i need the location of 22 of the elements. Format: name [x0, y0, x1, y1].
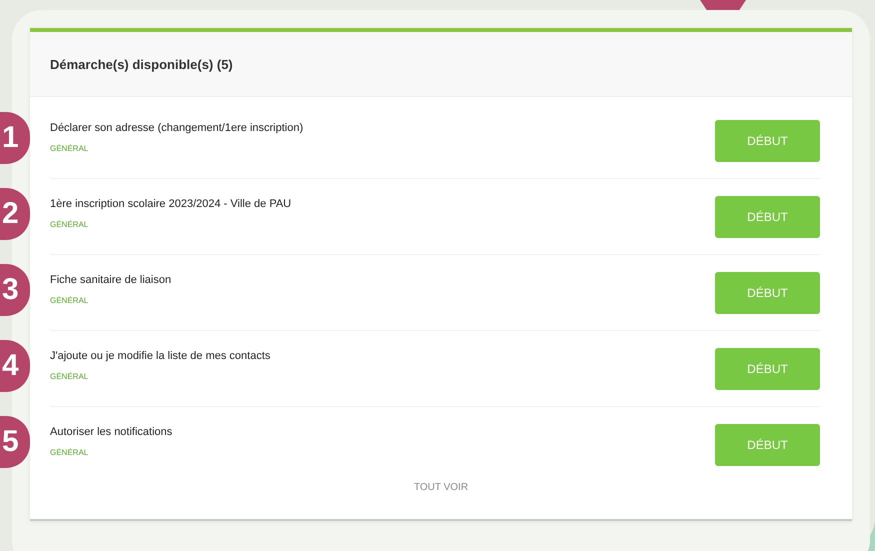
number-badge: 1	[0, 112, 30, 164]
card-title: Démarche(s) disponible(s) (5)	[50, 56, 233, 72]
category-label: GÉNÉRAL	[50, 448, 88, 457]
start-button[interactable]: DÉBUT	[715, 120, 820, 162]
category-label: GÉNÉRAL	[50, 296, 88, 305]
number-badge: 2	[0, 188, 30, 240]
start-button[interactable]: DÉBUT	[715, 272, 820, 314]
start-button[interactable]: DÉBUT	[715, 348, 820, 390]
start-button[interactable]: DÉBUT	[715, 196, 820, 238]
procedure-title: Fiche sanitaire de liaison	[50, 274, 172, 286]
procedure-title: J'ajoute ou je modifie la liste de mes contacts	[50, 350, 272, 362]
category-label: GÉNÉRAL	[50, 220, 88, 229]
procedure-title: Autoriser les notifications	[50, 426, 174, 438]
procedure-title: 1ère inscription scolaire 2023/2024 - Ville de PAU	[50, 198, 292, 210]
see-all-link[interactable]: TOUT VOIR	[414, 482, 468, 493]
category-label: GÉNÉRAL	[50, 372, 88, 381]
number-badge: 4	[0, 340, 30, 392]
start-button[interactable]: DÉBUT	[715, 424, 820, 466]
number-badge: 3	[0, 264, 30, 316]
number-badge: 5	[0, 416, 30, 468]
category-label: GÉNÉRAL	[50, 144, 88, 153]
procedure-title: Déclarer son adresse (changement/1ere inscription)	[50, 122, 304, 134]
